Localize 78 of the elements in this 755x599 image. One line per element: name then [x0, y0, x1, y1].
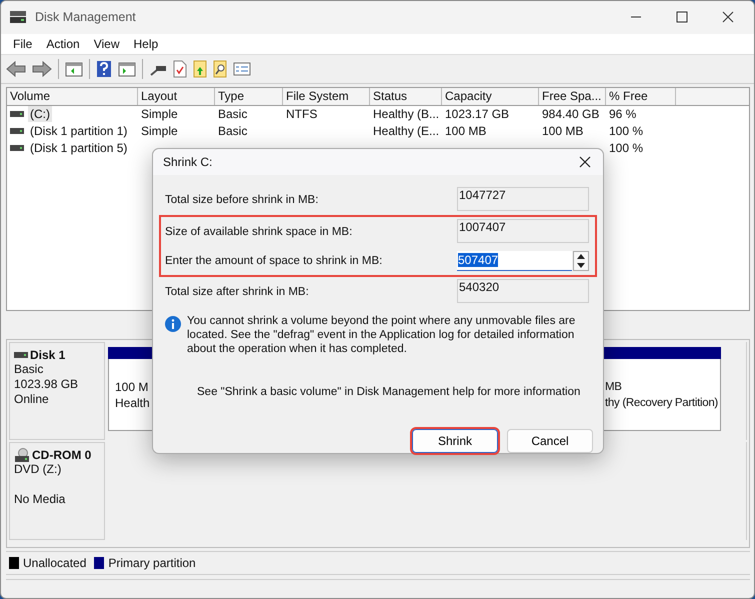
info-icon — [165, 316, 181, 332]
table-cell: NTFS — [286, 107, 318, 122]
disk-info: DVD (Z:) — [14, 462, 62, 478]
table-cell[interactable]: (C:) — [28, 106, 52, 122]
value-field: 1047727 — [457, 187, 589, 211]
menu-item[interactable]: Action — [39, 36, 87, 51]
close-icon[interactable] — [722, 11, 734, 24]
dialog-button[interactable]: Cancel — [507, 429, 593, 453]
table-cell: 100 MB — [542, 124, 584, 138]
help-icon[interactable] — [96, 60, 112, 78]
spin-buttons[interactable] — [573, 250, 589, 270]
panel-icon[interactable] — [118, 60, 136, 77]
legend-label: Primary partition — [108, 556, 196, 570]
partition-info: thy (Recovery Partition) — [605, 396, 719, 412]
disk-drive-icon — [9, 9, 27, 26]
field-label: Total size before shrink in MB: — [165, 194, 320, 206]
table-cell: Simple — [141, 107, 178, 122]
table-cell: Healthy (B... — [373, 107, 440, 122]
disk-label-panel[interactable]: Disk 1 Basic 1023.98 GB Online — [9, 342, 105, 440]
partition-info: MB — [605, 380, 623, 396]
window-title: Disk Management — [35, 10, 136, 24]
field-label: Size of available shrink space in MB: — [165, 226, 354, 238]
column-header[interactable]: Layout — [138, 88, 215, 105]
maximize-icon[interactable] — [676, 11, 688, 24]
column-header[interactable]: Type — [215, 88, 283, 105]
column-header[interactable]: Capacity — [442, 88, 539, 105]
console-tree-icon[interactable] — [65, 60, 83, 77]
folder-up-icon[interactable] — [193, 60, 207, 78]
table-cell: 1023.17 GB — [445, 107, 510, 122]
value-field: 540320 — [457, 279, 589, 303]
disk-info: Online — [14, 392, 50, 408]
table-cell: Simple — [141, 124, 178, 138]
input-field[interactable]: 507407 — [457, 250, 572, 270]
column-header[interactable]: File System — [283, 88, 370, 105]
drive-icon — [10, 128, 24, 134]
table-cell: 100 % — [609, 124, 644, 138]
table-cell: 100 % — [609, 141, 644, 156]
disk-info: 1023.98 GB — [14, 377, 80, 392]
disk-name: CD-ROM 0 — [32, 448, 92, 462]
menu-item[interactable]: View — [86, 36, 126, 51]
info-message: You cannot shrink a volume beyond the point where any unmovable files are located. See the "defrag" event in the Application log for detailed information about the operation when it has completed. — [187, 314, 576, 356]
menu-item[interactable]: Help — [126, 36, 166, 51]
column-header[interactable]: Free Spa... — [539, 88, 606, 105]
checked-document-icon[interactable] — [173, 60, 187, 78]
table-cell: Basic — [218, 124, 248, 138]
table-cell: 984.40 GB — [542, 107, 600, 122]
properties-icon[interactable] — [233, 60, 251, 77]
disk-info: Basic — [14, 362, 44, 378]
cd-drive-icon — [14, 448, 30, 462]
close-icon[interactable] — [579, 156, 591, 168]
disk-label-panel[interactable]: CD-ROM 0 DVD (Z:) No Media — [9, 442, 105, 540]
table-cell: Healthy (E... — [373, 124, 440, 138]
dialog-button[interactable]: Shrink — [412, 429, 498, 453]
table-cell[interactable]: (Disk 1 partition 5) — [28, 140, 130, 156]
drive-icon — [10, 145, 24, 152]
back-arrow-icon[interactable] — [6, 60, 26, 77]
column-header[interactable]: Status — [370, 88, 442, 105]
column-header[interactable]: Volume — [7, 88, 138, 105]
partition-info: Health — [115, 395, 151, 412]
disk-info: No Media — [14, 492, 66, 508]
disk-name: Disk 1 — [30, 348, 66, 362]
partition-info: 100 M — [115, 379, 150, 396]
table-cell: Basic — [218, 107, 248, 122]
menu-item[interactable]: File — [6, 36, 40, 51]
legend-label: Unallocated — [23, 556, 86, 570]
field-label: Total size after shrink in MB: — [165, 286, 310, 298]
table-cell[interactable]: (Disk 1 partition 1) — [28, 123, 130, 140]
table-cell: 96 % — [609, 107, 636, 122]
table-cell: 100 MB — [445, 124, 486, 138]
drive-icon — [10, 111, 24, 118]
column-header[interactable]: % Free — [606, 88, 676, 105]
drive-icon — [14, 352, 28, 358]
dialog-title: Shrink C: — [163, 155, 212, 169]
help-message: See "Shrink a basic volume" in Disk Management help for more information — [197, 386, 582, 398]
forward-arrow-icon[interactable] — [32, 60, 52, 77]
value-field: 1007407 — [457, 219, 589, 243]
search-icon[interactable] — [213, 60, 227, 78]
field-label: Enter the amount of space to shrink in MB: — [165, 254, 384, 266]
